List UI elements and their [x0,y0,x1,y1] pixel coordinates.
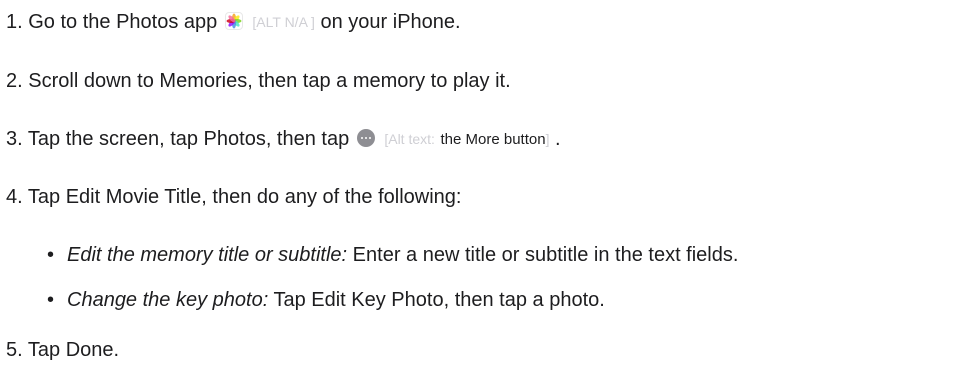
step-4: 4. Tap Edit Movie Title, then do any of … [6,185,461,209]
step-number: 4. [6,186,23,208]
step-number: 2. [6,70,23,92]
option-text: Enter a new title or subtitle in the tex… [352,244,739,266]
step-number: 3. [6,128,23,150]
bullet-marker: • [47,244,55,266]
step-text: Go to the Photos app [28,11,218,33]
option-label: Edit the memory title or subtitle: [67,244,348,266]
step-1: 1. Go to the Photos app [ALT N/A ] on yo… [6,10,461,34]
step-text-end: on your iPhone. [320,11,461,33]
step-text: Tap Edit Movie Title, then do any of the… [27,186,462,208]
option-text: Tap Edit Key Photo, then tap a photo. [273,289,605,311]
step-text-end: . [555,128,561,150]
step-text: Tap Done. [27,339,120,361]
bullet-marker: • [47,289,55,311]
step-3: 3. Tap the screen, tap Photos, then tap … [6,127,561,151]
step-5: 5. Tap Done. [6,338,119,362]
photos-app-icon [224,12,243,30]
option-label: Change the key photo: [67,289,269,311]
alt-text-suffix: ] [545,131,550,147]
step-2: 2. Scroll down to Memories, then tap a m… [6,69,511,93]
step-text: Scroll down to Memories, then tap a memo… [28,70,511,92]
alt-text-placeholder: [ALT N/A ] [252,14,315,30]
step-number: 1. [6,11,23,33]
more-button-icon [356,129,375,147]
alt-text-prefix: [Alt text: [384,131,435,147]
alt-text-description: the More button [440,131,546,148]
step-number: 5. [6,339,23,361]
option-bullet-1: • Edit the memory title or subtitle: Ente… [47,243,738,267]
option-bullet-2: • Change the key photo: Tap Edit Key Phot… [47,288,605,312]
step-text: Tap the screen, tap Photos, then tap [27,128,350,150]
